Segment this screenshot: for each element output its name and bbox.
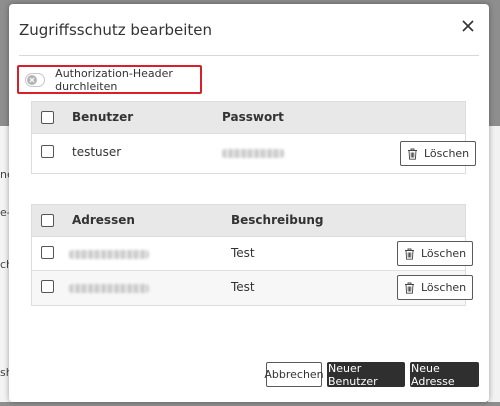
address-description: Test — [231, 246, 255, 260]
trash-icon — [405, 282, 414, 294]
table-row: Test Löschen — [32, 271, 474, 305]
dialog-header: Zugriffsschutz bearbeiten — [19, 4, 479, 56]
column-header-addresses: Adressen — [72, 213, 135, 227]
x-icon — [29, 77, 35, 82]
password-redacted — [222, 149, 284, 158]
authorization-header-toggle-highlight: Authorization-Header durchleiten — [17, 65, 202, 94]
column-header-password: Passwort — [222, 110, 284, 124]
table-header: Benutzer Passwort — [32, 102, 465, 134]
toggle-label: Authorization-Header durchleiten — [55, 66, 173, 93]
delete-button[interactable]: Löschen — [400, 141, 477, 166]
edit-access-protection-dialog: Zugriffsschutz bearbeiten Authorization-… — [9, 4, 489, 402]
close-button[interactable] — [461, 18, 479, 36]
users-table: Benutzer Passwort testuser Löschen — [31, 101, 477, 174]
trash-icon — [405, 248, 414, 260]
delete-label: Löschen — [421, 247, 467, 260]
addresses-table: Adressen Beschreibung Test Löschen Test … — [31, 204, 474, 306]
select-all-users-checkbox[interactable] — [41, 111, 54, 124]
delete-label: Löschen — [421, 281, 467, 294]
column-header-description: Beschreibung — [231, 213, 324, 227]
table-row: Test Löschen — [32, 237, 474, 271]
authorization-header-toggle[interactable] — [25, 72, 46, 87]
new-address-button[interactable]: Neue Adresse — [410, 362, 479, 388]
address-redacted — [69, 250, 149, 259]
address-redacted — [69, 284, 149, 293]
trash-icon — [408, 148, 417, 160]
column-header-user: Benutzer — [72, 110, 134, 124]
address-description: Test — [231, 280, 255, 294]
delete-button[interactable]: Löschen — [397, 275, 474, 300]
row-checkbox[interactable] — [41, 145, 54, 158]
background-page-right — [488, 126, 500, 402]
cancel-button[interactable]: Abbrechen — [264, 362, 324, 387]
delete-label: Löschen — [424, 147, 470, 160]
select-all-addresses-checkbox[interactable] — [41, 214, 54, 227]
new-user-button[interactable]: Neuer Benutzer — [327, 362, 405, 388]
close-icon — [462, 20, 474, 32]
delete-button[interactable]: Löschen — [397, 241, 474, 266]
toggle-knob — [27, 74, 37, 85]
user-name: testuser — [72, 145, 122, 159]
table-header: Adressen Beschreibung — [32, 205, 465, 237]
dialog-title: Zugriffsschutz bearbeiten — [19, 21, 213, 39]
row-checkbox[interactable] — [41, 280, 54, 293]
table-row: testuser Löschen — [32, 134, 477, 173]
row-checkbox[interactable] — [41, 246, 54, 259]
